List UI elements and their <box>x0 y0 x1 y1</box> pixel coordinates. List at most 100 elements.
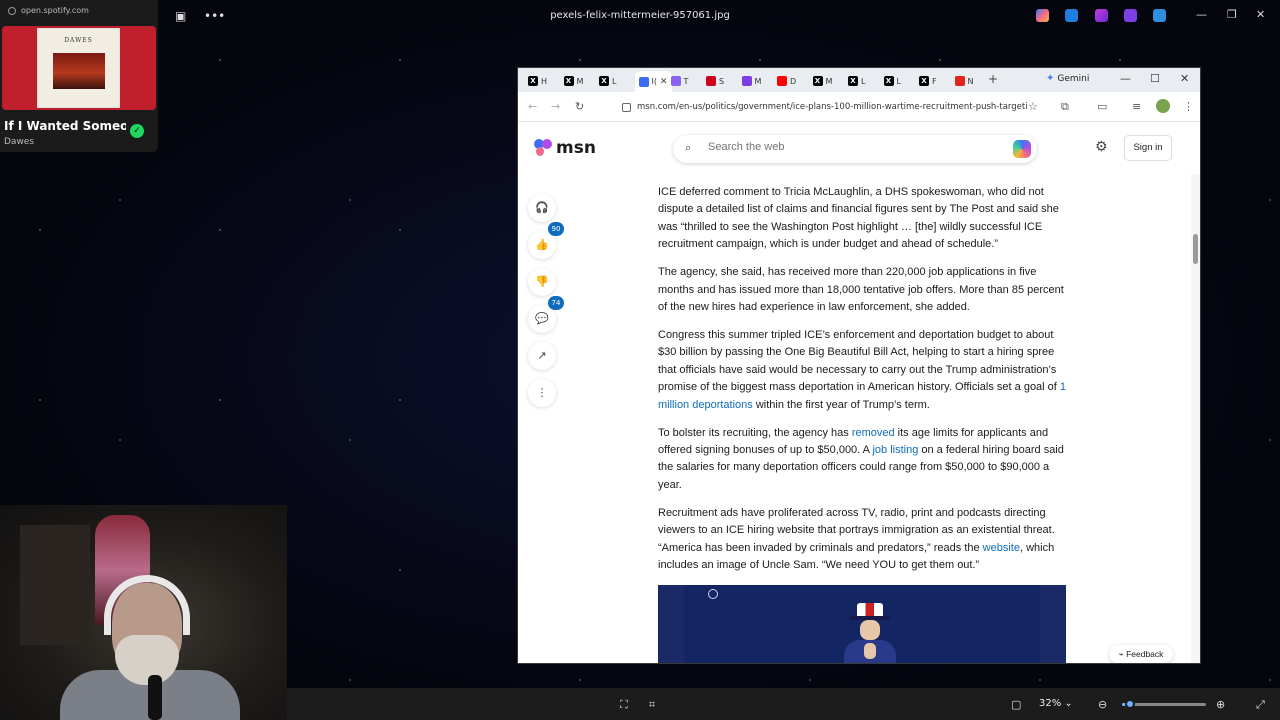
x-icon: X <box>599 76 609 86</box>
uncle-sam-hat <box>857 603 883 618</box>
page-scrollbar[interactable] <box>1191 174 1200 663</box>
album-photo <box>53 53 105 89</box>
x-icon: X <box>528 76 538 86</box>
msn-logo[interactable]: msn <box>534 138 596 158</box>
zoom-slider-knob[interactable] <box>1125 699 1136 709</box>
browser-tab[interactable]: XM <box>563 72 584 90</box>
x-icon: X <box>919 76 929 86</box>
dislike-icon[interactable]: 👎 <box>528 268 556 296</box>
globe-icon <box>8 6 16 15</box>
track-title: If I Wanted Someone <box>4 119 126 133</box>
browser-toolbar: ← → ↻ msn.com/en-us/politics/government/… <box>518 92 1200 122</box>
aspect-icon[interactable]: ▢ <box>1011 698 1021 711</box>
app-icon[interactable] <box>1065 9 1078 22</box>
gear-icon[interactable]: ⚙ <box>1095 139 1108 155</box>
tab-label: M <box>576 76 584 86</box>
feedback-icon: ⌁ <box>1118 649 1124 659</box>
browser-tab[interactable]: D <box>777 72 796 90</box>
cloud-icon[interactable] <box>1153 9 1166 22</box>
minimize-icon[interactable]: — <box>1196 8 1207 21</box>
sign-in-button[interactable]: Sign in <box>1124 135 1172 161</box>
fullscreen-icon[interactable]: ⤢ <box>1256 698 1265 712</box>
url-text: msn.com/en-us/politics/government/ice-pl… <box>637 102 1027 112</box>
bookmark-star-icon[interactable]: ☆ <box>1028 100 1038 113</box>
removed-link[interactable]: removed <box>852 427 895 439</box>
zoom-slider[interactable] <box>1122 699 1206 709</box>
webcam-overlay <box>0 505 287 720</box>
comment-count-badge: 74 <box>548 296 564 310</box>
tab-label: M <box>754 76 762 86</box>
tab-label: T <box>683 76 689 86</box>
app-icon <box>741 76 752 86</box>
album-art: DAWES <box>37 28 120 108</box>
msn-search-box[interactable]: ⌕ <box>673 135 1037 163</box>
article-image-uncle-sam[interactable] <box>658 585 1066 663</box>
share-icon[interactable]: ↗ <box>528 342 556 370</box>
browser-tab[interactable]: S <box>706 72 724 90</box>
feedback-button[interactable]: ⌁ Feedback <box>1109 645 1173 663</box>
site-info-icon[interactable] <box>622 102 631 112</box>
browser-tab[interactable]: XL <box>883 72 901 90</box>
gemini-icon: ✦ <box>1046 73 1055 84</box>
maximize-icon[interactable]: ❐ <box>1227 8 1237 21</box>
app-icon[interactable] <box>1124 9 1137 22</box>
browser-tab[interactable]: XM <box>812 72 832 90</box>
close-icon[interactable]: ✕ <box>1256 8 1265 21</box>
article-page: 🎧 👍 90 👎 💬 74 ↗ ⋮ ICE deferred comment t… <box>518 174 1200 663</box>
microphone <box>148 675 162 720</box>
fit-icon[interactable]: ⛶ <box>620 698 628 712</box>
tab-label: L <box>896 76 901 86</box>
minimize-icon[interactable]: — <box>1120 72 1131 85</box>
spotify-mini-player[interactable]: open.spotify.com DAWES If I Wanted Someo… <box>0 0 158 152</box>
scrollbar-thumb[interactable] <box>1193 234 1198 264</box>
tab-label: H <box>541 76 548 86</box>
extensions-icon[interactable]: ⧉ <box>1061 100 1069 114</box>
check-icon[interactable]: ✓ <box>130 124 144 138</box>
app-icon <box>954 76 965 86</box>
website-link[interactable]: website <box>983 542 1020 554</box>
browser-tab[interactable]: XF <box>919 72 937 90</box>
reload-icon[interactable]: ↻ <box>575 100 584 113</box>
menu-icon[interactable]: ⋮ <box>1183 100 1194 113</box>
maximize-icon[interactable]: ☐ <box>1150 72 1160 85</box>
search-input[interactable] <box>708 141 998 153</box>
text-select-icon[interactable]: ⌗ <box>649 698 655 712</box>
youtube-icon <box>777 76 787 86</box>
browser-tab[interactable]: XH <box>528 72 547 90</box>
back-icon[interactable]: ← <box>528 100 537 113</box>
media-control-icon[interactable]: ≡ <box>1132 100 1141 113</box>
viewer-file-title: pexels-felix-mittermeier-957061.jpg <box>550 10 730 21</box>
copilot-icon[interactable] <box>1036 9 1049 22</box>
x-icon: X <box>812 76 823 86</box>
forward-icon[interactable]: → <box>551 100 560 113</box>
browser-tab[interactable]: XL <box>599 72 616 90</box>
browser-tab[interactable]: M <box>741 72 762 90</box>
browser-tab[interactable]: I(✕ <box>634 71 672 92</box>
zoom-out-icon[interactable]: ⊖ <box>1098 698 1107 711</box>
gemini-button[interactable]: ✦ Gemini <box>1046 73 1089 84</box>
browser-tab[interactable]: XL <box>848 72 865 90</box>
recruitment-website-screenshot <box>684 585 1040 663</box>
job-listing-link[interactable]: job listing <box>872 444 918 456</box>
search-icon: ⌕ <box>685 141 692 154</box>
browser-tab[interactable]: T <box>670 72 689 90</box>
split-view-icon[interactable]: ▭ <box>1097 100 1107 113</box>
like-count-badge: 90 <box>548 222 564 236</box>
zoom-in-icon[interactable]: ⊕ <box>1216 698 1225 711</box>
app-icon[interactable] <box>1095 9 1108 22</box>
close-icon[interactable]: ✕ <box>1180 72 1189 85</box>
new-tab-button[interactable]: + <box>988 72 998 86</box>
dhs-seal-icon <box>708 589 718 600</box>
x-icon: X <box>563 76 574 86</box>
zoom-level[interactable]: 32% ⌄ <box>1039 698 1073 709</box>
address-bar[interactable]: msn.com/en-us/politics/government/ice-pl… <box>622 98 1027 116</box>
tab-label: D <box>790 76 797 86</box>
tab-close-icon[interactable]: ✕ <box>660 77 668 87</box>
profile-avatar[interactable] <box>1156 99 1170 113</box>
headphones-icon[interactable]: 🎧 <box>528 194 556 222</box>
more-icon[interactable]: ⋮ <box>528 379 556 407</box>
tab-label: N <box>967 76 974 86</box>
copilot-icon[interactable] <box>1013 140 1031 158</box>
browser-tab[interactable]: N <box>954 72 974 90</box>
x-icon: X <box>848 76 858 86</box>
